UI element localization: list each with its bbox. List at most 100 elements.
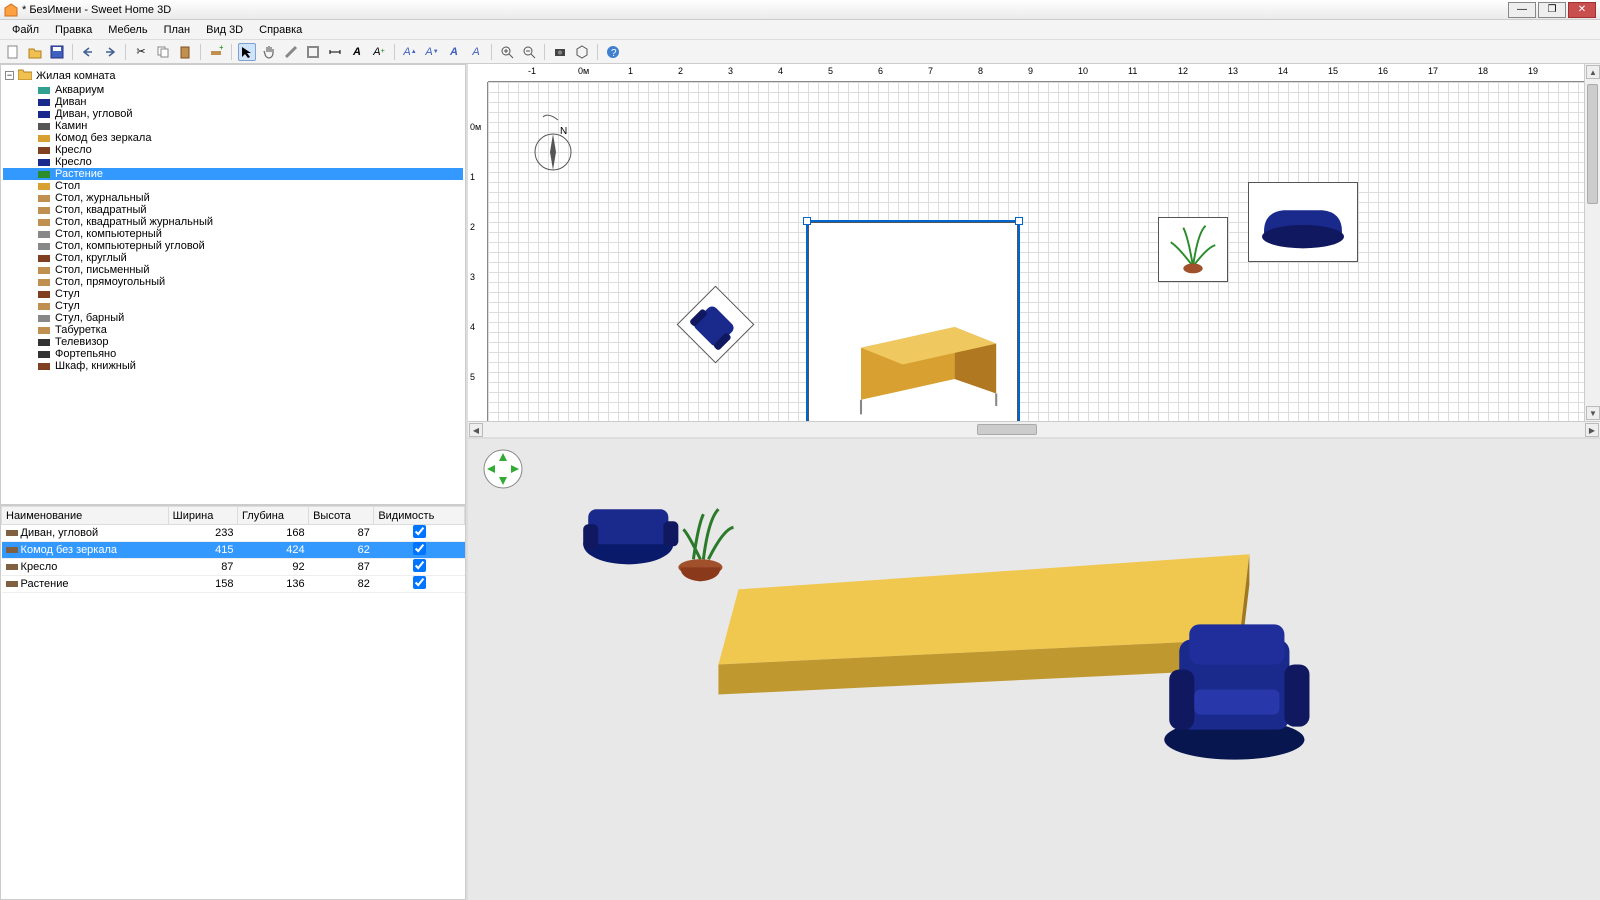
table-row[interactable]: Кресло879287 bbox=[2, 559, 465, 576]
catalog-item[interactable]: Стол, журнальный bbox=[3, 192, 463, 204]
catalog-item[interactable]: Стул, барный bbox=[3, 312, 463, 324]
catalog-item[interactable]: Табуретка bbox=[3, 324, 463, 336]
maximize-button[interactable]: ❐ bbox=[1538, 2, 1566, 18]
col-name[interactable]: Наименование bbox=[2, 507, 169, 525]
selection-handle[interactable] bbox=[803, 217, 811, 225]
text-tool-icon[interactable]: A bbox=[348, 43, 366, 61]
selection-handle[interactable] bbox=[1015, 217, 1023, 225]
cell-visible[interactable] bbox=[374, 559, 465, 576]
catalog-item[interactable]: Кресло bbox=[3, 144, 463, 156]
scroll-thumb-h[interactable] bbox=[977, 424, 1037, 435]
catalog-item[interactable]: Стол, компьютерный угловой bbox=[3, 240, 463, 252]
redo-icon[interactable] bbox=[101, 43, 119, 61]
catalog-item[interactable]: Телевизор bbox=[3, 336, 463, 348]
view3d-icon[interactable] bbox=[573, 43, 591, 61]
paste-icon[interactable] bbox=[176, 43, 194, 61]
catalog-item[interactable]: Камин bbox=[3, 120, 463, 132]
catalog-item[interactable]: Фортепьяно bbox=[3, 348, 463, 360]
plan-scrollbar-vertical[interactable]: ▲ ▼ bbox=[1584, 64, 1600, 421]
copy-icon[interactable] bbox=[154, 43, 172, 61]
plan-item[interactable] bbox=[1248, 182, 1358, 262]
menu-help[interactable]: Справка bbox=[251, 22, 310, 38]
minimize-button[interactable]: — bbox=[1508, 2, 1536, 18]
wall-tool-icon[interactable] bbox=[282, 43, 300, 61]
nav-3d-icon[interactable] bbox=[483, 449, 523, 489]
plan-item[interactable] bbox=[808, 222, 1018, 432]
expand-icon[interactable]: − bbox=[5, 71, 14, 80]
catalog-item[interactable]: Растение bbox=[3, 168, 463, 180]
scroll-thumb-v[interactable] bbox=[1587, 84, 1598, 204]
cut-icon[interactable]: ✂ bbox=[132, 43, 150, 61]
text-size-down-icon[interactable]: A▼ bbox=[423, 43, 441, 61]
catalog-item[interactable]: Стол, прямоугольный bbox=[3, 276, 463, 288]
catalog-item[interactable]: Комод без зеркала bbox=[3, 132, 463, 144]
catalog-item[interactable]: Стол bbox=[3, 180, 463, 192]
zoom-in-icon[interactable] bbox=[498, 43, 516, 61]
catalog-item[interactable]: Стул bbox=[3, 288, 463, 300]
col-visible[interactable]: Видимость bbox=[374, 507, 465, 525]
cell-visible[interactable] bbox=[374, 542, 465, 559]
catalog-item[interactable]: Стол, квадратный журнальный bbox=[3, 216, 463, 228]
add-furniture-icon[interactable]: + bbox=[207, 43, 225, 61]
col-height[interactable]: Высота bbox=[309, 507, 374, 525]
furniture-catalog[interactable]: − Жилая комната АквариумДиванДиван, углово… bbox=[0, 64, 466, 505]
menu-plan[interactable]: План bbox=[156, 22, 199, 38]
text-bold-icon[interactable]: A bbox=[445, 43, 463, 61]
catalog-item[interactable]: Диван bbox=[3, 96, 463, 108]
catalog-item[interactable]: Стол, письменный bbox=[3, 264, 463, 276]
zoom-out-icon[interactable] bbox=[520, 43, 538, 61]
text-plus-icon[interactable]: A+ bbox=[370, 43, 388, 61]
undo-icon[interactable] bbox=[79, 43, 97, 61]
save-icon[interactable] bbox=[48, 43, 66, 61]
catalog-item[interactable]: Стол, компьютерный bbox=[3, 228, 463, 240]
open-file-icon[interactable] bbox=[26, 43, 44, 61]
plan-item[interactable] bbox=[677, 286, 755, 364]
scroll-left-icon[interactable]: ◀ bbox=[469, 423, 483, 437]
catalog-item[interactable]: Стол, круглый bbox=[3, 252, 463, 264]
cell-visible[interactable] bbox=[374, 576, 465, 593]
table-row[interactable]: Диван, угловой23316887 bbox=[2, 525, 465, 542]
col-depth[interactable]: Глубина bbox=[237, 507, 308, 525]
plan-grid[interactable]: N bbox=[488, 82, 1584, 421]
catalog-item[interactable]: Аквариум bbox=[3, 84, 463, 96]
camera-icon[interactable] bbox=[551, 43, 569, 61]
close-button[interactable]: ✕ bbox=[1568, 2, 1596, 18]
help-icon[interactable]: ? bbox=[604, 43, 622, 61]
menu-edit[interactable]: Правка bbox=[47, 22, 100, 38]
table-row[interactable]: Растение15813682 bbox=[2, 576, 465, 593]
catalog-root-label[interactable]: Жилая комната bbox=[36, 70, 115, 82]
menu-view3d[interactable]: Вид 3D bbox=[198, 22, 251, 38]
catalog-item[interactable]: Стул bbox=[3, 300, 463, 312]
furniture-table[interactable]: Наименование Ширина Глубина Высота Видим… bbox=[0, 505, 466, 900]
cell-visible[interactable] bbox=[374, 525, 465, 542]
table-row[interactable]: Комод без зеркала41542462 bbox=[2, 542, 465, 559]
text-size-up-icon[interactable]: A▲ bbox=[401, 43, 419, 61]
catalog-item[interactable]: Стол, квадратный bbox=[3, 204, 463, 216]
visibility-checkbox[interactable] bbox=[413, 559, 426, 572]
visibility-checkbox[interactable] bbox=[413, 576, 426, 589]
menu-file[interactable]: Файл bbox=[4, 22, 47, 38]
catalog-item[interactable]: Диван, угловой bbox=[3, 108, 463, 120]
plan-item[interactable] bbox=[1158, 217, 1228, 282]
visibility-checkbox[interactable] bbox=[413, 525, 426, 538]
catalog-item[interactable]: Шкаф, книжный bbox=[3, 360, 463, 372]
scroll-down-icon[interactable]: ▼ bbox=[1586, 406, 1600, 420]
view-3d[interactable] bbox=[468, 439, 1600, 900]
text-italic-icon[interactable]: A bbox=[467, 43, 485, 61]
room-tool-icon[interactable] bbox=[304, 43, 322, 61]
scroll-up-icon[interactable]: ▲ bbox=[1586, 65, 1600, 79]
menu-furniture[interactable]: Мебель bbox=[100, 22, 155, 38]
ruler-tick: 15 bbox=[1328, 66, 1338, 76]
new-file-icon[interactable] bbox=[4, 43, 22, 61]
scroll-right-icon[interactable]: ▶ bbox=[1585, 423, 1599, 437]
pan-tool-icon[interactable] bbox=[260, 43, 278, 61]
catalog-item[interactable]: Кресло bbox=[3, 156, 463, 168]
plan-view[interactable]: -10м12345678910111213141516171819 0м1234… bbox=[468, 64, 1600, 439]
furniture-icon bbox=[37, 204, 51, 216]
catalog-item-label: Стол, круглый bbox=[55, 252, 127, 264]
visibility-checkbox[interactable] bbox=[413, 542, 426, 555]
plan-scrollbar-horizontal[interactable]: ◀ ▶ bbox=[468, 421, 1600, 437]
select-tool-icon[interactable] bbox=[238, 43, 256, 61]
dimension-tool-icon[interactable] bbox=[326, 43, 344, 61]
col-width[interactable]: Ширина bbox=[168, 507, 237, 525]
